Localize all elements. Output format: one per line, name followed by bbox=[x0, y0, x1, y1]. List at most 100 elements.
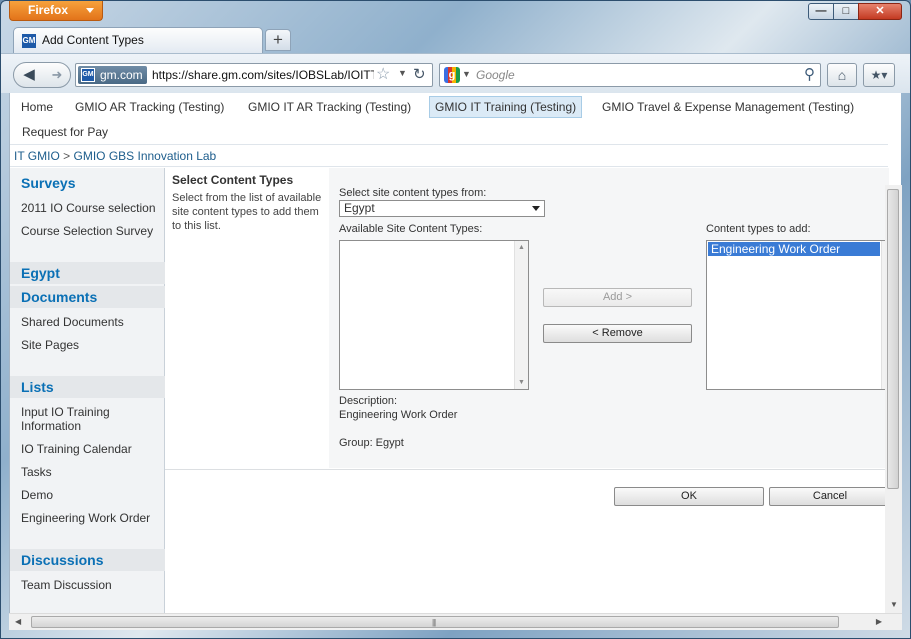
topnav-gmio-travel-expense[interactable]: GMIO Travel & Expense Management (Testin… bbox=[602, 100, 854, 114]
group-text: Group: Egypt bbox=[339, 437, 404, 449]
close-window-button[interactable]: ✕ bbox=[858, 3, 902, 20]
ql-item-2011-io-course-selection[interactable]: 2011 IO Course selection bbox=[21, 201, 161, 215]
ql-item-course-selection-survey[interactable]: Course Selection Survey bbox=[21, 224, 161, 238]
ql-item-team-discussion[interactable]: Team Discussion bbox=[21, 578, 161, 592]
ql-heading-documents[interactable]: Documents bbox=[10, 286, 165, 308]
home-icon: ⌂ bbox=[837, 67, 847, 83]
ql-item-shared-documents[interactable]: Shared Documents bbox=[21, 315, 161, 329]
breadcrumb-gbs-innovation-lab[interactable]: GMIO GBS Innovation Lab bbox=[73, 149, 216, 163]
tab-title: Add Content Types bbox=[42, 33, 144, 47]
quick-launch: Surveys 2011 IO Course selection Course … bbox=[10, 168, 165, 613]
firefox-menu-button[interactable]: Firefox bbox=[9, 1, 103, 21]
scroll-right-icon[interactable]: ▶ bbox=[876, 617, 882, 626]
content-types-to-add-label: Content types to add: bbox=[706, 223, 811, 235]
navigation-toolbar: ◀ ➜ GM gm.com https://share.gm.com/sites… bbox=[1, 53, 910, 93]
minimize-icon: — bbox=[815, 5, 827, 17]
scroll-up-icon[interactable]: ▲ bbox=[518, 244, 525, 251]
site-content-types-select[interactable]: Egypt bbox=[339, 200, 545, 217]
forward-arrow-icon: ➜ bbox=[51, 67, 63, 82]
scroll-grip-icon: ||| bbox=[432, 618, 436, 627]
scroll-down-icon[interactable]: ▼ bbox=[518, 379, 525, 386]
ql-heading-discussions[interactable]: Discussions bbox=[10, 549, 165, 571]
close-icon: ✕ bbox=[875, 5, 885, 17]
back-button[interactable]: ◀ bbox=[16, 64, 42, 86]
section-title: Select Content Types bbox=[172, 173, 294, 187]
page-horizontal-scroll-thumb[interactable]: ||| bbox=[31, 616, 839, 628]
firefox-menu-label: Firefox bbox=[28, 3, 69, 17]
available-types-listbox[interactable]: ▲ ▼ bbox=[339, 240, 529, 390]
content-types-to-add-listbox[interactable]: Engineering Work Order ▲ ▼ bbox=[706, 240, 896, 390]
bookmarks-menu-button[interactable]: ★▾ bbox=[863, 63, 895, 87]
topnav-home[interactable]: Home bbox=[21, 100, 53, 114]
url-history-dropdown-icon[interactable]: ▼ bbox=[398, 68, 407, 78]
topnav-request-for-pay[interactable]: Request for Pay bbox=[22, 125, 108, 139]
url-bar[interactable]: GM gm.com https://share.gm.com/sites/IOB… bbox=[75, 63, 433, 87]
page-horizontal-scrollbar[interactable]: ◀ ||| ▶ bbox=[9, 613, 902, 630]
section-description: Select Content Types Select from the lis… bbox=[165, 168, 329, 468]
breadcrumb-separator: > bbox=[63, 149, 71, 163]
chevron-down-icon bbox=[532, 206, 540, 211]
search-input[interactable]: Google bbox=[476, 68, 515, 82]
topnav-gmio-ar-tracking[interactable]: GMIO AR Tracking (Testing) bbox=[75, 100, 224, 114]
site-content-types-select-value: Egypt bbox=[344, 201, 375, 215]
topnav-gmio-it-ar-tracking[interactable]: GMIO IT AR Tracking (Testing) bbox=[248, 100, 411, 114]
top-navigation: Home GMIO AR Tracking (Testing) GMIO IT … bbox=[10, 93, 888, 145]
chevron-down-icon bbox=[86, 8, 94, 13]
list-item-engineering-work-order[interactable]: Engineering Work Order bbox=[708, 242, 880, 256]
select-from-label: Select site content types from: bbox=[339, 187, 487, 199]
page-content: Home GMIO AR Tracking (Testing) GMIO IT … bbox=[9, 93, 901, 613]
ql-heading-surveys[interactable]: Surveys bbox=[10, 172, 165, 194]
search-bar[interactable]: g ▼ Google ⚲ bbox=[439, 63, 821, 87]
home-button[interactable]: ⌂ bbox=[827, 63, 857, 87]
site-identity-label: gm.com bbox=[100, 68, 143, 82]
url-text[interactable]: https://share.gm.com/sites/IOBSLab/IOITT bbox=[152, 68, 374, 82]
gm-site-icon: GM bbox=[81, 68, 95, 82]
topnav-gmio-it-training[interactable]: GMIO IT Training (Testing) bbox=[429, 96, 583, 118]
section-divider bbox=[165, 469, 887, 470]
google-engine-icon[interactable]: g bbox=[444, 67, 460, 83]
description-label: Description: bbox=[339, 395, 398, 407]
ql-heading-egypt[interactable]: Egypt bbox=[10, 262, 165, 284]
page-vertical-scrollbar[interactable]: ▼ bbox=[885, 185, 902, 613]
title-bar: Firefox — □ ✕ bbox=[1, 1, 910, 23]
ql-item-input-io-training-information[interactable]: Input IO Training Information bbox=[21, 405, 161, 433]
ql-item-io-training-calendar[interactable]: IO Training Calendar bbox=[21, 442, 161, 456]
cancel-button[interactable]: Cancel bbox=[769, 487, 891, 506]
new-tab-button[interactable]: + bbox=[265, 29, 291, 51]
breadcrumb: IT GMIO > GMIO GBS Innovation Lab bbox=[10, 145, 888, 167]
ql-item-engineering-work-order[interactable]: Engineering Work Order bbox=[21, 511, 161, 525]
content-types-form: Select site content types from: Egypt Av… bbox=[329, 168, 896, 468]
browser-window: Firefox — □ ✕ GM Add Content Types + ◀ ➜… bbox=[0, 0, 911, 639]
maximize-icon: □ bbox=[842, 5, 850, 17]
available-types-label: Available Site Content Types: bbox=[339, 223, 483, 235]
tab-add-content-types[interactable]: GM Add Content Types bbox=[13, 27, 263, 53]
back-arrow-icon: ◀ bbox=[23, 66, 35, 83]
site-identity-button[interactable]: GM gm.com bbox=[78, 66, 147, 84]
gm-favicon-icon: GM bbox=[22, 34, 36, 48]
scroll-down-icon[interactable]: ▼ bbox=[890, 600, 898, 609]
main-area: Select Content Types Select from the lis… bbox=[165, 168, 896, 613]
breadcrumb-it-gmio[interactable]: IT GMIO bbox=[14, 149, 60, 163]
description-value: Engineering Work Order bbox=[339, 409, 458, 421]
bookmarks-menu-icon: ★▾ bbox=[870, 68, 888, 82]
page-vertical-scroll-thumb[interactable] bbox=[887, 189, 899, 489]
ql-heading-lists[interactable]: Lists bbox=[10, 376, 165, 398]
maximize-button[interactable]: □ bbox=[833, 3, 859, 20]
reload-icon[interactable]: ↻ bbox=[413, 65, 426, 85]
magnifier-icon[interactable]: ⚲ bbox=[804, 66, 815, 84]
tab-strip: GM Add Content Types + bbox=[1, 25, 910, 53]
search-engine-dropdown-icon[interactable]: ▼ bbox=[462, 69, 471, 79]
add-button[interactable]: Add > bbox=[543, 288, 692, 307]
section-body: Select from the list of available site c… bbox=[172, 192, 322, 232]
back-forward-group: ◀ ➜ bbox=[13, 62, 71, 88]
ql-item-tasks[interactable]: Tasks bbox=[21, 465, 161, 479]
available-types-scrollbar[interactable]: ▲ ▼ bbox=[514, 241, 528, 389]
forward-button[interactable]: ➜ bbox=[46, 64, 68, 86]
minimize-button[interactable]: — bbox=[808, 3, 834, 20]
scroll-left-icon[interactable]: ◀ bbox=[15, 617, 21, 626]
ok-button[interactable]: OK bbox=[614, 487, 764, 506]
ql-item-site-pages[interactable]: Site Pages bbox=[21, 338, 161, 352]
ql-item-demo[interactable]: Demo bbox=[21, 488, 161, 502]
bookmark-star-icon[interactable]: ☆ bbox=[376, 66, 390, 84]
remove-button[interactable]: < Remove bbox=[543, 324, 692, 343]
